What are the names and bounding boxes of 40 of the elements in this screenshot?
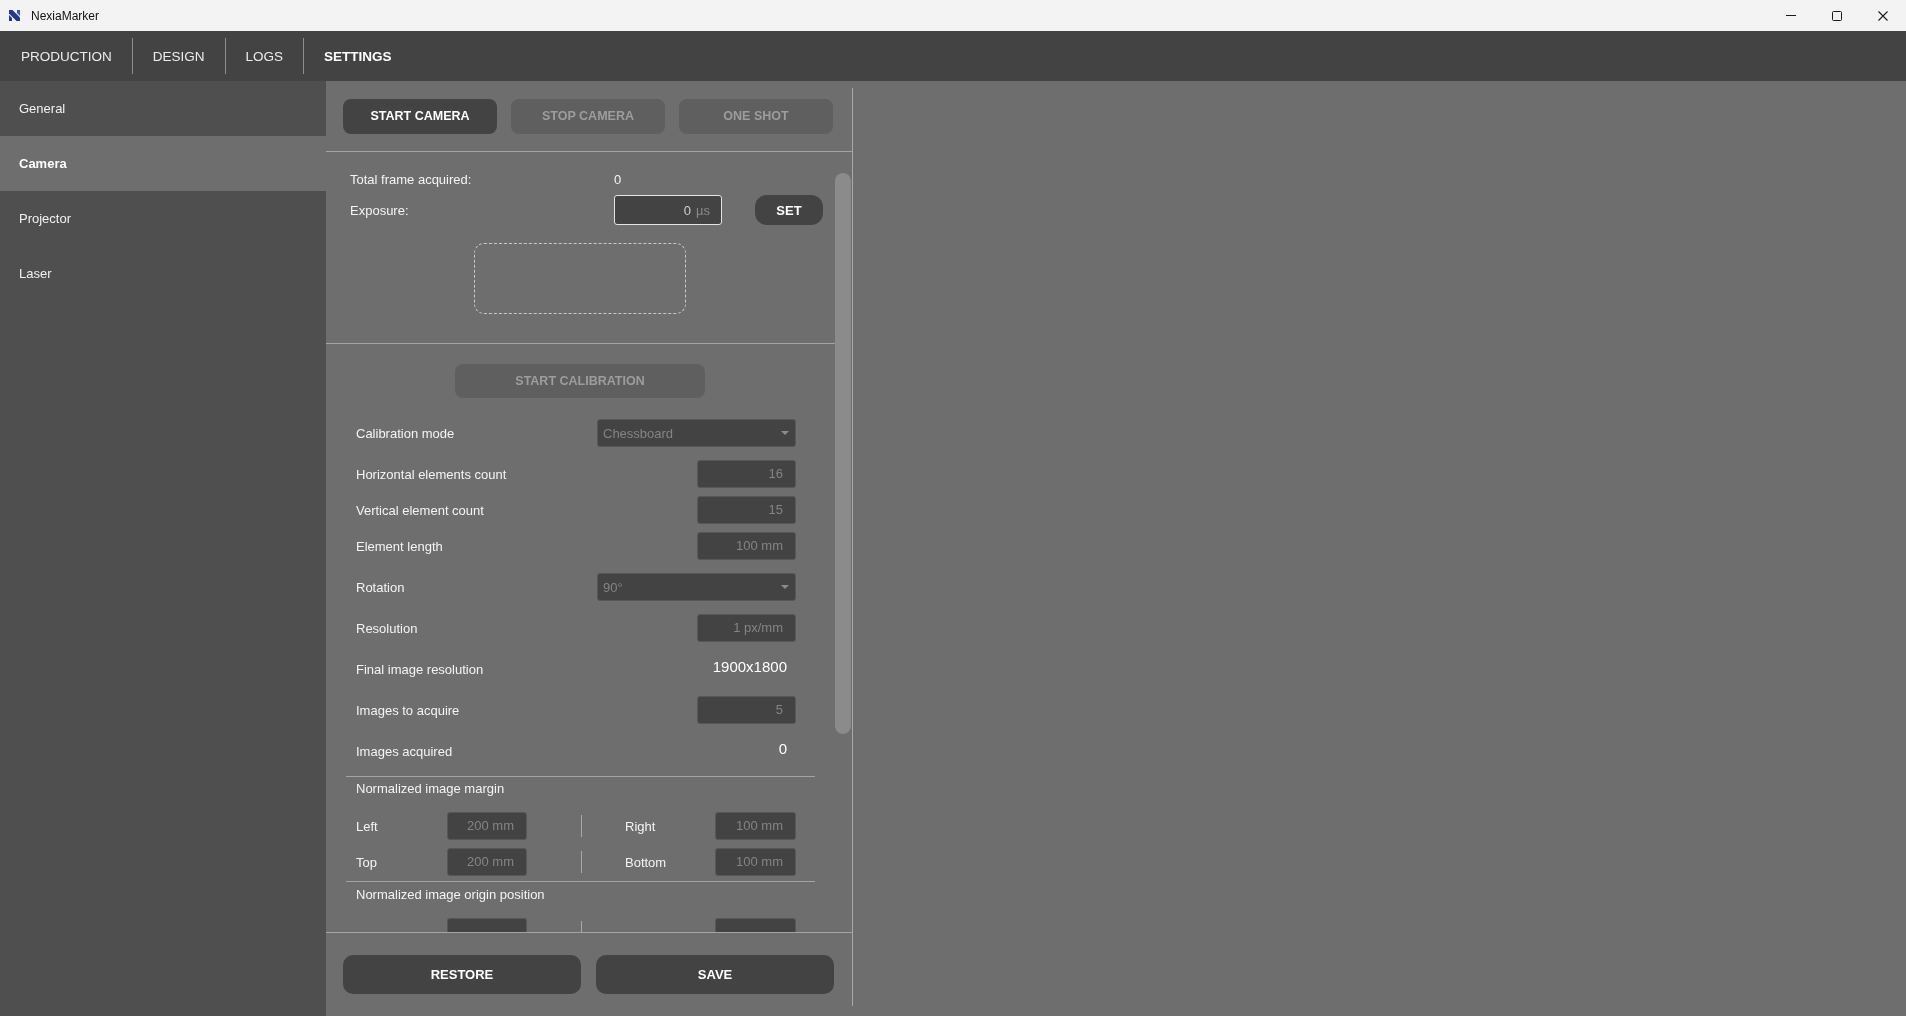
- input-field[interactable]: [715, 918, 796, 932]
- sidebar-item[interactable]: Camera: [0, 136, 326, 191]
- close-icon[interactable]: [1878, 10, 1888, 21]
- field-label: Resolution: [356, 620, 418, 636]
- field-label: Images acquired: [356, 743, 453, 759]
- field-label: Images to acquire: [356, 702, 460, 718]
- field-label: Left: [356, 818, 379, 834]
- menu-tab[interactable]: SETTINGS: [304, 31, 412, 81]
- menu-tab[interactable]: DESIGN: [132, 31, 225, 81]
- app-logo-icon: [9, 10, 20, 21]
- field-label: Bottom: [625, 854, 668, 870]
- field-label: Exposure:: [350, 202, 410, 218]
- exposure-field[interactable]: 0 µs: [614, 195, 722, 225]
- sidebar-item[interactable]: General: [0, 81, 326, 136]
- frame-count-value: 0: [614, 171, 623, 187]
- field-label: Top: [356, 854, 378, 870]
- field-label: Vertical element count: [356, 502, 484, 518]
- section-title: Normalized image margin: [356, 781, 505, 797]
- field-label: Total frame acquired:: [350, 171, 473, 187]
- window-title: NexiaMarker: [31, 8, 99, 23]
- readout-value: 1900x1800: [712, 657, 788, 675]
- sidebar-item[interactable]: Projector: [0, 191, 326, 246]
- field-label: Right: [625, 818, 657, 834]
- readout-value: 0: [778, 739, 788, 757]
- menu-tab[interactable]: LOGS: [225, 31, 304, 81]
- maximize-icon[interactable]: [1832, 10, 1842, 21]
- field-label: Horizontal elements count: [356, 466, 507, 482]
- field-label: Calibration mode: [356, 425, 455, 441]
- scrollbar-thumb[interactable]: [835, 173, 851, 734]
- sidebar-item[interactable]: Laser: [0, 246, 326, 301]
- input-field[interactable]: [447, 918, 527, 932]
- set-button[interactable]: SET: [755, 195, 823, 225]
- field-label: Rotation: [356, 579, 405, 595]
- start-camera-button[interactable]: START CAMERA: [343, 98, 497, 134]
- restore-button[interactable]: RESTORE: [343, 955, 581, 994]
- section-title: Normalized image origin position: [356, 887, 545, 903]
- field-label: Element length: [356, 538, 443, 554]
- field-label: Final image resolution: [356, 661, 484, 677]
- menu-tab[interactable]: PRODUCTION: [0, 31, 132, 81]
- save-button[interactable]: SAVE: [596, 955, 834, 994]
